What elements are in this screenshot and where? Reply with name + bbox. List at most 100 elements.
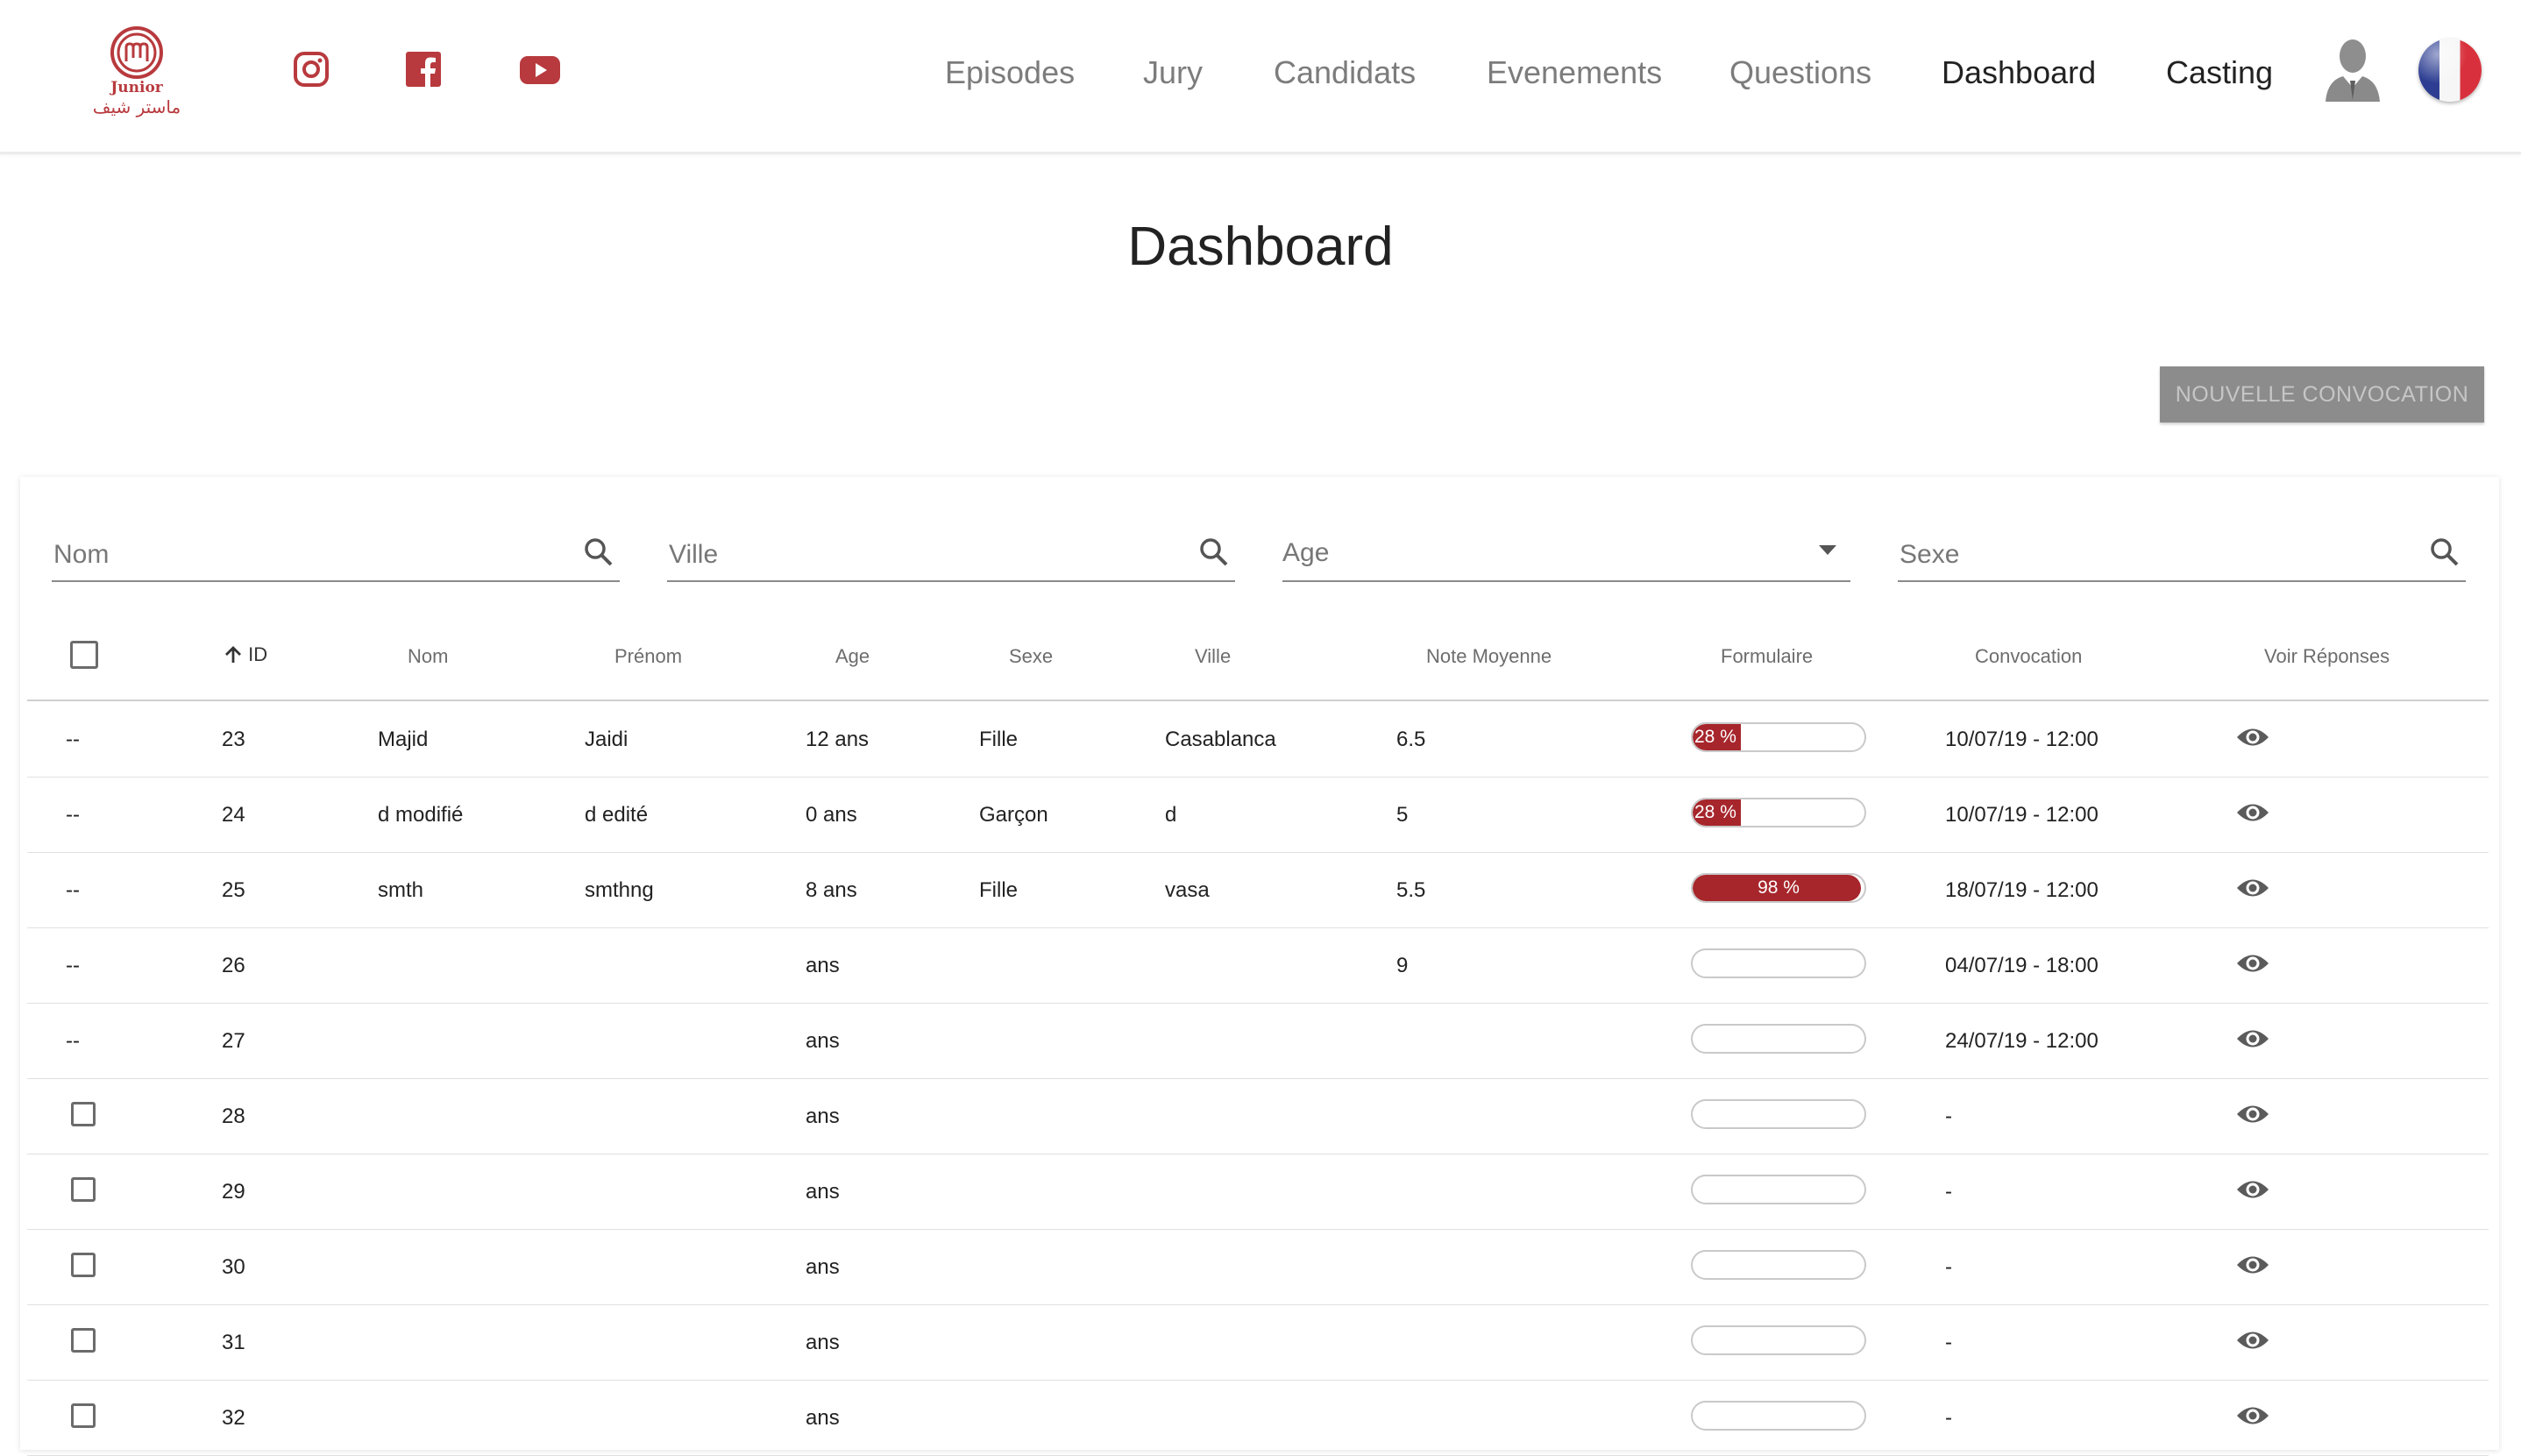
search-icon[interactable] <box>583 536 614 568</box>
nav-candidats[interactable]: Candidats <box>1274 54 1416 91</box>
top-navbar: Junior ماستر شيف Episodes Jury Candidats… <box>0 0 2521 154</box>
table-row: -- 27 ans 24/07/19 - 12:00 <box>27 1003 2489 1079</box>
cell-sexe: Garçon <box>979 803 1048 827</box>
cell-convocation: - <box>1945 1180 1952 1204</box>
cell-age: 0 ans <box>806 803 857 827</box>
column-header-convocation[interactable]: Convocation <box>1975 645 2082 668</box>
nav-episodes[interactable]: Episodes <box>945 54 1075 91</box>
view-answers-eye-icon[interactable] <box>2235 1403 2270 1429</box>
view-answers-eye-icon[interactable] <box>2235 950 2270 977</box>
nav-evenements[interactable]: Evenements <box>1487 54 1662 91</box>
cell-age: ans <box>806 1180 840 1204</box>
cell-note-moyenne: 9 <box>1396 954 1409 977</box>
column-header-formulaire[interactable]: Formulaire <box>1721 645 1813 668</box>
cell-note-moyenne: 5 <box>1396 803 1409 827</box>
formulaire-progress-label: 28 % <box>1694 802 1736 822</box>
column-header-id: ID <box>248 643 268 665</box>
formulaire-progress-bar <box>1691 1175 1866 1204</box>
column-header-nom[interactable]: Nom <box>408 645 448 668</box>
cell-id: 23 <box>222 728 245 751</box>
nav-jury[interactable]: Jury <box>1143 54 1203 91</box>
cell-id: 28 <box>222 1104 245 1128</box>
sort-arrow-up-icon <box>225 646 241 663</box>
select-all-checkbox[interactable] <box>70 641 98 669</box>
ville-search-input[interactable] <box>667 535 1161 575</box>
view-answers-eye-icon[interactable] <box>2235 1101 2270 1127</box>
table-row: 31 ans - <box>27 1304 2489 1381</box>
nav-dashboard[interactable]: Dashboard <box>1942 54 2096 91</box>
facebook-link[interactable] <box>405 51 442 88</box>
masterchef-junior-logo[interactable]: Junior ماستر شيف <box>86 23 188 119</box>
cell-age: ans <box>806 1255 840 1279</box>
cell-id: 27 <box>222 1029 245 1053</box>
table-header: ID Nom Prénom Age Sexe Ville Note Moyenn… <box>27 621 2489 701</box>
table-row: -- 24 d modifié d edité 0 ans Garçon d 5 10/07/1… <box>27 777 2489 853</box>
cell-prenom: Jaidi <box>585 728 628 751</box>
row-select-placeholder: -- <box>66 878 80 902</box>
cell-age: ans <box>806 1029 840 1053</box>
filter-age-select[interactable]: Age <box>1282 526 1850 582</box>
formulaire-progress-bar <box>1691 1325 1866 1355</box>
cell-convocation: 10/07/19 - 12:00 <box>1945 728 2098 751</box>
youtube-link[interactable] <box>519 51 561 88</box>
filter-nom <box>52 526 620 582</box>
column-header-sexe[interactable]: Sexe <box>1009 645 1053 668</box>
view-answers-eye-icon[interactable] <box>2235 799 2270 826</box>
instagram-link[interactable] <box>293 51 330 88</box>
cell-age: ans <box>806 954 840 977</box>
table-row: 30 ans - <box>27 1229 2489 1305</box>
sort-column-id[interactable]: ID <box>224 643 267 666</box>
search-icon[interactable] <box>1198 536 1230 568</box>
row-select-checkbox[interactable] <box>71 1403 96 1428</box>
formulaire-progress-bar: 28 % <box>1691 722 1866 752</box>
cell-nom: Majid <box>378 728 429 751</box>
column-header-prenom[interactable]: Prénom <box>614 645 682 668</box>
column-header-age[interactable]: Age <box>835 645 870 668</box>
cell-convocation: - <box>1945 1104 1952 1128</box>
cell-prenom: d edité <box>585 803 649 827</box>
cell-note-moyenne: 6.5 <box>1396 728 1426 751</box>
cell-convocation: 10/07/19 - 12:00 <box>1945 803 2098 827</box>
cell-id: 25 <box>222 878 245 902</box>
cell-note-moyenne: 5.5 <box>1396 878 1426 902</box>
table-row: 28 ans - <box>27 1078 2489 1154</box>
row-select-placeholder: -- <box>66 1029 80 1053</box>
view-answers-eye-icon[interactable] <box>2235 724 2270 750</box>
cell-convocation: - <box>1945 1331 1952 1354</box>
view-answers-eye-icon[interactable] <box>2235 1327 2270 1353</box>
cell-id: 24 <box>222 803 245 827</box>
sexe-search-input[interactable] <box>1898 535 2392 575</box>
view-answers-eye-icon[interactable] <box>2235 1026 2270 1052</box>
cell-convocation: 24/07/19 - 12:00 <box>1945 1029 2098 1053</box>
cell-id: 31 <box>222 1331 245 1354</box>
row-select-checkbox[interactable] <box>71 1177 96 1202</box>
cell-ville: Casablanca <box>1165 728 1276 751</box>
formulaire-progress-label: 98 % <box>1758 877 1800 898</box>
cell-age: 8 ans <box>806 878 857 902</box>
view-answers-eye-icon[interactable] <box>2235 1252 2270 1278</box>
row-select-checkbox[interactable] <box>71 1102 96 1126</box>
formulaire-progress-bar: 98 % <box>1691 873 1866 903</box>
cell-sexe: Fille <box>979 878 1019 902</box>
search-icon[interactable] <box>2429 536 2461 568</box>
cell-age: ans <box>806 1331 840 1354</box>
formulaire-progress-bar <box>1691 948 1866 978</box>
view-answers-eye-icon[interactable] <box>2235 1176 2270 1203</box>
row-select-checkbox[interactable] <box>71 1328 96 1353</box>
facebook-icon <box>406 52 441 87</box>
logo-text-arabic: ماستر شيف <box>92 96 181 117</box>
view-answers-eye-icon[interactable] <box>2235 875 2270 901</box>
nouvelle-convocation-button[interactable]: NOUVELLE CONVOCATION <box>2160 366 2484 423</box>
row-select-checkbox[interactable] <box>71 1253 96 1277</box>
logo-text-junior: Junior <box>110 79 163 96</box>
filter-ville <box>667 526 1235 582</box>
user-avatar[interactable] <box>2324 37 2382 102</box>
nav-questions[interactable]: Questions <box>1729 54 1871 91</box>
table-row: 29 ans - <box>27 1154 2489 1230</box>
column-header-note-moyenne[interactable]: Note Moyenne <box>1426 645 1552 668</box>
nom-search-input[interactable] <box>52 535 546 575</box>
cell-convocation: 18/07/19 - 12:00 <box>1945 878 2098 902</box>
language-flag-france[interactable] <box>2418 39 2482 102</box>
column-header-ville[interactable]: Ville <box>1195 645 1231 668</box>
nav-casting[interactable]: Casting <box>2166 54 2273 91</box>
